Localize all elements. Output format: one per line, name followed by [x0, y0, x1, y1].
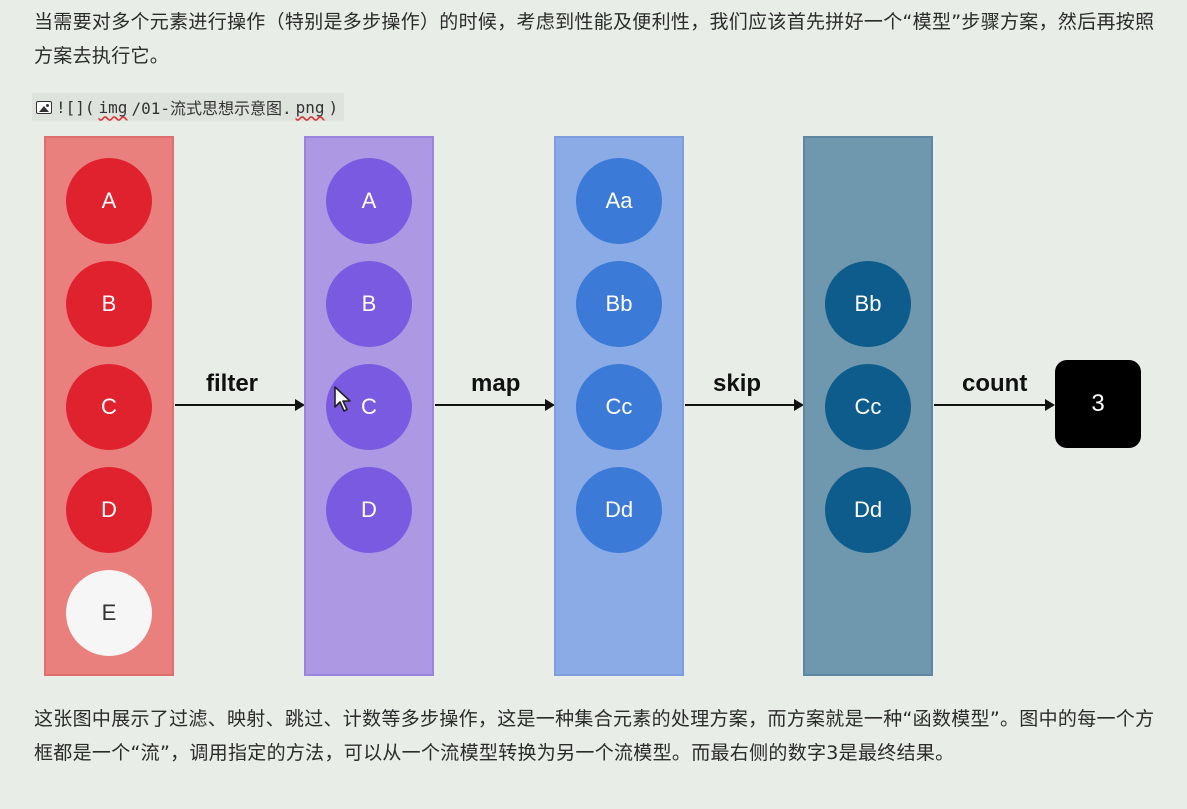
image-ref-path-img: img	[98, 97, 128, 117]
count-label: count	[962, 370, 1028, 397]
count-result-box: 3	[1055, 360, 1141, 448]
filter-label: filter	[206, 370, 259, 397]
element-ball: Bb	[576, 261, 662, 347]
mouse-pointer-icon	[334, 386, 351, 412]
element-ball: Aa	[576, 158, 662, 244]
element-ball: B	[326, 261, 412, 347]
map-label: map	[471, 370, 521, 397]
count-arrow	[934, 399, 1055, 411]
element-ball-filtered-out: E	[66, 570, 152, 656]
skip-arrow	[685, 399, 804, 411]
element-ball: D	[326, 467, 412, 553]
image-ref-suffix: )	[328, 97, 339, 117]
image-reference[interactable]: ![](img/01-流式思想示意图. png)	[32, 93, 345, 121]
element-ball: Cc	[576, 364, 662, 450]
element-ball: A	[66, 158, 152, 244]
element-ball: B	[66, 261, 152, 347]
image-ref-path: /01-流式思想示意图.	[131, 99, 292, 118]
stream-diagram: A B C D E filter A B C D map Aa Bb Cc Dd…	[0, 130, 1187, 690]
image-icon	[36, 100, 52, 114]
stream-column-mapped: Aa Bb Cc Dd	[554, 136, 684, 676]
image-ref-prefix: ![](	[56, 97, 95, 117]
explanation-paragraph: 这张图中展示了过滤、映射、跳过、计数等多步操作，这是一种集合元素的处理方案，而方…	[34, 708, 1155, 764]
filter-arrow	[175, 399, 305, 411]
image-ref-ext: png	[295, 97, 325, 117]
intro-paragraph: 当需要对多个元素进行操作（特别是多步操作）的时候，考虑到性能及便利性，我们应该首…	[34, 11, 1155, 67]
skip-label: skip	[713, 370, 762, 397]
element-ball: Cc	[825, 364, 911, 450]
stream-column-source: A B C D E	[44, 136, 174, 676]
element-ball: A	[326, 158, 412, 244]
element-ball: Bb	[825, 261, 911, 347]
element-ball: Dd	[825, 467, 911, 553]
stream-column-skipped: Bb Cc Dd	[803, 136, 933, 676]
stream-column-filtered: A B C D	[304, 136, 434, 676]
element-ball: D	[66, 467, 152, 553]
element-ball: Dd	[576, 467, 662, 553]
element-ball: C	[66, 364, 152, 450]
map-arrow	[435, 399, 555, 411]
